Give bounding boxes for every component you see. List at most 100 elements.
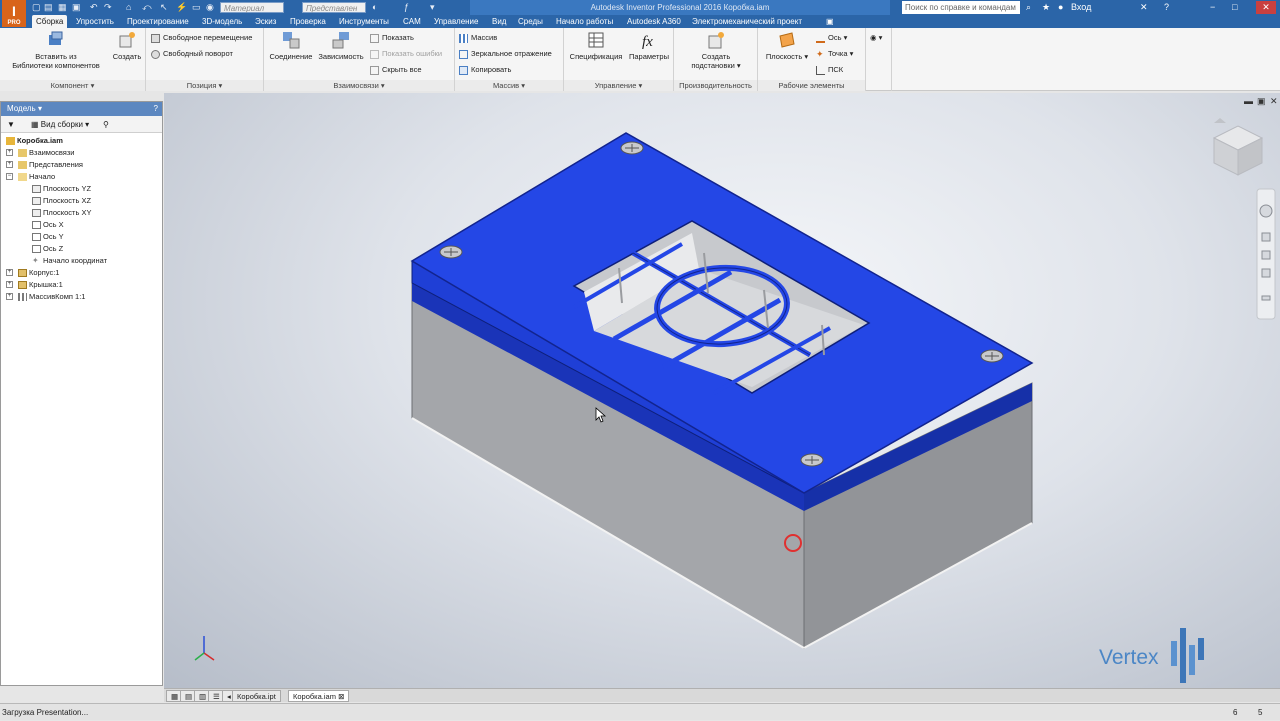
point-button[interactable]: ✦ Точка ▾ — [816, 48, 853, 59]
material-combo[interactable]: Материал — [220, 2, 284, 13]
tab-sketch[interactable]: Эскиз — [251, 15, 280, 28]
constrain-button[interactable]: Зависимость — [316, 30, 366, 61]
tab-get-started[interactable]: Начало работы — [552, 15, 617, 28]
tree-item-plane-xy[interactable]: Плоскость XY — [32, 207, 92, 219]
group-relations-label[interactable]: Взаимосвязи ▾ — [264, 80, 454, 91]
filter-icon[interactable]: ▼ — [7, 116, 15, 133]
free-rotate-button[interactable]: Свободный поворот — [151, 48, 233, 59]
hide-all-button[interactable]: Скрыть все — [370, 64, 422, 75]
mirror-button[interactable]: Зеркальное отражение — [459, 48, 552, 59]
tree-item-lid[interactable]: Крышка:1 — [18, 279, 63, 291]
tab-manage[interactable]: Управление — [430, 15, 482, 28]
expand-toggle[interactable]: + — [6, 149, 13, 156]
parameters-button[interactable]: fx Параметры — [626, 30, 672, 61]
tab-environments[interactable]: Среды — [514, 15, 547, 28]
tab-close-icon[interactable]: ⊠ — [338, 692, 344, 701]
tab-3d-model[interactable]: 3D-модель — [198, 15, 246, 28]
tab-a360[interactable]: Autodesk A360 — [623, 15, 685, 28]
tab-simplify[interactable]: Упростить — [72, 15, 118, 28]
place-from-library-button[interactable]: Вставить из Библиотеки компонентов — [6, 30, 106, 70]
tab-design[interactable]: Проектирование — [123, 15, 193, 28]
tree-item-plane-yz[interactable]: Плоскость YZ — [32, 183, 91, 195]
qa-customize-icon[interactable]: ▾ — [430, 2, 435, 13]
tab-inspect[interactable]: Проверка — [286, 15, 330, 28]
browser-help-icon[interactable]: ? — [154, 102, 158, 116]
user-icon[interactable]: ● — [1058, 1, 1063, 14]
favorites-icon[interactable]: ★ — [1042, 1, 1050, 14]
tree-item-plane-xz[interactable]: Плоскость XZ — [32, 195, 91, 207]
appearance-icon[interactable]: ◐ — [372, 2, 377, 13]
return-icon[interactable]: ⤺ — [142, 2, 152, 13]
undo-icon[interactable]: ↶ — [90, 2, 98, 13]
find-icon[interactable]: ⚲ — [103, 116, 109, 133]
help-search-input[interactable]: Поиск по справке и командам — [902, 1, 1020, 14]
steering-wheel-icon[interactable] — [1259, 204, 1273, 218]
minimize-icon[interactable]: − — [1210, 1, 1215, 14]
model-canvas[interactable]: ▬ ▣ ✕ Vertex — [164, 93, 1280, 688]
viewport-minimize-icon[interactable]: ▬ — [1244, 96, 1253, 106]
help-icon[interactable]: ? — [1164, 1, 1169, 14]
tab-view[interactable]: Вид — [488, 15, 510, 28]
tab-tools[interactable]: Инструменты — [335, 15, 393, 28]
viewport-close-icon[interactable]: ✕ — [1270, 96, 1278, 106]
joint-button[interactable]: Соединение — [268, 30, 314, 61]
browser-title[interactable]: Модель — [7, 104, 36, 113]
tab-electromechanical[interactable]: Электромеханический проект — [688, 15, 806, 28]
measure-icon[interactable]: ▭ — [192, 2, 201, 13]
home-icon[interactable]: ⌂ — [126, 2, 131, 13]
search-icon[interactable]: ⌕ — [1026, 1, 1031, 14]
ribbon-minimize-icon[interactable]: ▣ — [822, 15, 838, 28]
tree-item-center-point[interactable]: ✦ Начало координат — [32, 255, 107, 267]
browser-view-selector[interactable]: ▦ Вид сборки ▾ — [31, 116, 89, 133]
tree-item-axis-z[interactable]: Ось Z — [32, 243, 63, 255]
pattern-button[interactable]: Массив — [459, 32, 497, 43]
tree-item-pattern[interactable]: МассивКомп 1:1 — [18, 291, 85, 303]
maximize-icon[interactable]: □ — [1232, 1, 1237, 14]
copy-button[interactable]: Копировать — [459, 64, 511, 75]
pan-icon[interactable] — [1261, 232, 1271, 242]
group-position-label[interactable]: Позиция ▾ — [146, 80, 263, 91]
close-icon[interactable]: ✕ — [1256, 1, 1276, 14]
group-component-label[interactable]: Компонент ▾ — [0, 80, 145, 91]
tree-item-representations[interactable]: Представления — [18, 159, 83, 171]
print-icon[interactable]: ▣ — [72, 2, 81, 13]
appearance-combo[interactable]: Представлен — [302, 2, 366, 13]
new-file-icon[interactable]: ▢ — [32, 2, 41, 13]
group-pattern-label[interactable]: Массив ▾ — [455, 80, 563, 91]
signin-label[interactable]: Вход — [1071, 1, 1091, 14]
tree-item-relations[interactable]: Взаимосвязи — [18, 147, 74, 159]
plane-button[interactable]: Плоскость ▾ — [762, 30, 812, 61]
group-manage-label[interactable]: Управление ▾ — [564, 80, 673, 91]
expand-toggle[interactable]: + — [6, 281, 13, 288]
tree-item-origin[interactable]: Начало — [18, 171, 55, 183]
tree-item-axis-x[interactable]: Ось X — [32, 219, 64, 231]
redo-icon[interactable]: ↷ — [104, 2, 112, 13]
free-move-button[interactable]: Свободное перемещение — [151, 32, 252, 43]
graphics-viewport[interactable]: ▬ ▣ ✕ Vertex — [164, 93, 1280, 688]
expand-toggle[interactable]: + — [6, 293, 13, 300]
tree-root[interactable]: Коробка.iam — [6, 135, 63, 147]
tree-item-axis-y[interactable]: Ось Y — [32, 231, 64, 243]
collapse-toggle[interactable]: − — [6, 173, 13, 180]
select-icon[interactable]: ↖ — [160, 2, 168, 13]
viewcube[interactable] — [1212, 125, 1264, 176]
save-icon[interactable]: ▦ — [58, 2, 67, 13]
color-icon[interactable]: ◉ — [206, 2, 214, 13]
viewcube-home-icon[interactable] — [1214, 118, 1226, 123]
axis-button[interactable]: Ось ▾ — [816, 32, 847, 43]
more-options-button[interactable]: ◉ ▾ — [870, 32, 882, 43]
create-component-button[interactable]: Создать — [110, 30, 144, 61]
formula-icon[interactable]: ƒ — [404, 2, 409, 13]
bom-button[interactable]: Спецификация — [566, 30, 626, 61]
tab-cam[interactable]: CAM — [399, 15, 425, 28]
create-substitutes-button[interactable]: Создать подстановки ▾ — [684, 30, 748, 70]
document-tab[interactable]: Коробка.ipt — [232, 690, 281, 702]
zoom-icon[interactable] — [1261, 250, 1271, 260]
exchange-icon[interactable]: ✕ — [1140, 1, 1148, 14]
show-button[interactable]: Показать — [370, 32, 414, 43]
ucs-button[interactable]: ПСК — [816, 64, 843, 75]
update-icon[interactable]: ⚡ — [176, 2, 187, 13]
expand-toggle[interactable]: + — [6, 161, 13, 168]
look-at-icon[interactable] — [1261, 295, 1271, 301]
viewport-restore-icon[interactable]: ▣ — [1257, 96, 1266, 106]
